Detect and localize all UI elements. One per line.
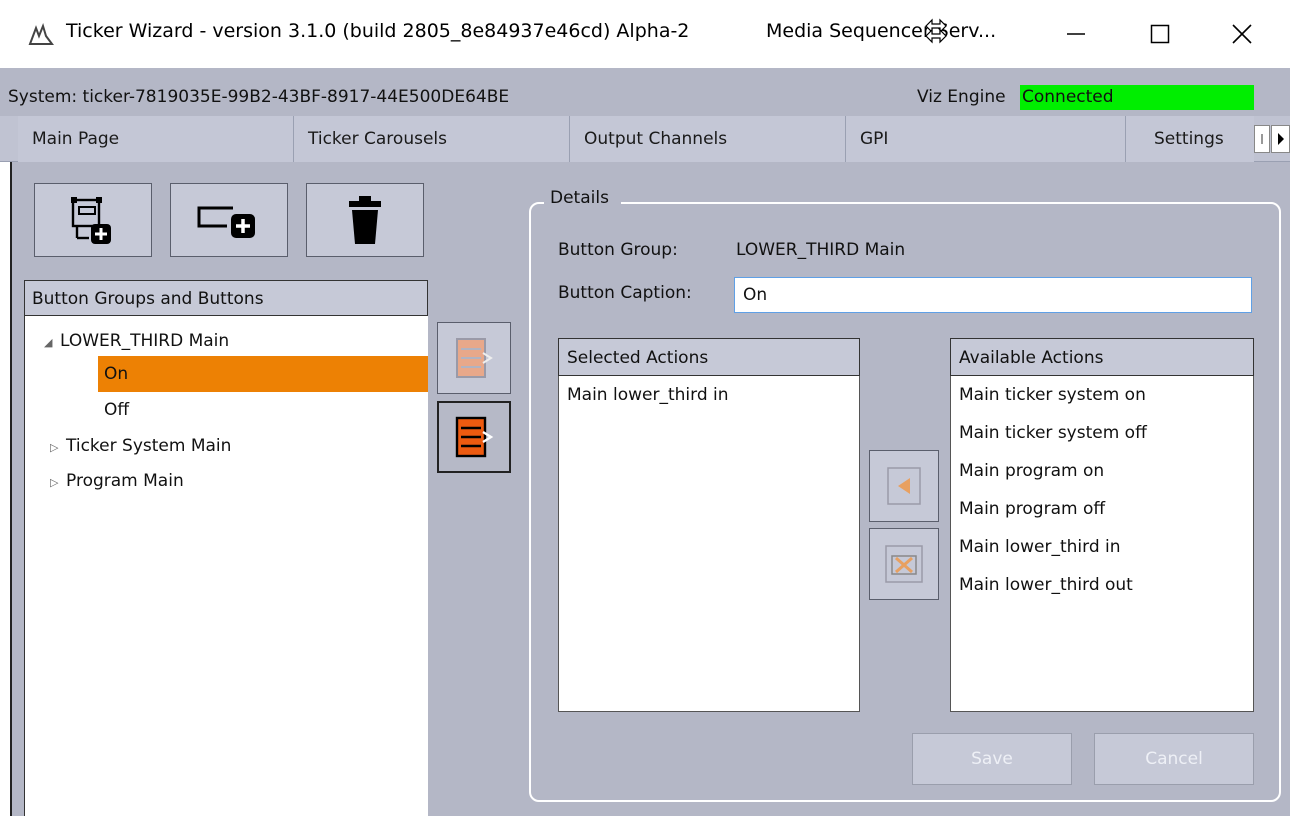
- window-title: Ticker Wizard - version 3.1.0 (build 280…: [66, 20, 690, 42]
- tab-main-page[interactable]: Main Page: [18, 116, 294, 162]
- save-button[interactable]: Save: [912, 733, 1072, 785]
- button-group-label: Button Group:: [558, 240, 678, 260]
- tab-scroll-left-button[interactable]: [1254, 125, 1270, 153]
- tab-output-channels[interactable]: Output Channels: [570, 116, 846, 162]
- list-item[interactable]: Main lower_third in: [559, 376, 859, 414]
- minimize-button[interactable]: [1036, 0, 1116, 68]
- tab-gpi[interactable]: GPI: [846, 116, 1126, 162]
- move-in-button[interactable]: [437, 401, 511, 473]
- tab-scroll-left-icon: [1261, 134, 1263, 144]
- window-secondary-title: Media Sequencer Serv...: [766, 20, 997, 42]
- tree-group-ticker-system[interactable]: ▷ Ticker System Main: [50, 428, 231, 464]
- add-button-icon: [197, 206, 255, 238]
- list-item[interactable]: Main ticker system on: [951, 376, 1253, 414]
- delete-button[interactable]: [306, 183, 424, 257]
- button-group-value: LOWER_THIRD Main: [736, 240, 906, 260]
- list-item[interactable]: Main program on: [951, 452, 1253, 490]
- list-item[interactable]: Main program off: [951, 490, 1253, 528]
- ticker-app-icon: [28, 22, 54, 48]
- selected-actions-header: Selected Actions: [558, 338, 860, 376]
- tree-group-lower-third[interactable]: ◢ LOWER_THIRD Main: [44, 323, 229, 359]
- cancel-button[interactable]: Cancel: [1094, 733, 1254, 785]
- system-id: System: ticker-7819035E-99B2-43BF-8917-4…: [8, 87, 510, 107]
- viz-engine-status: Connected: [1020, 85, 1254, 110]
- button-caption-label: Button Caption:: [558, 283, 692, 303]
- list-item[interactable]: Main lower_third out: [951, 566, 1253, 604]
- add-button-button[interactable]: [170, 183, 288, 257]
- remove-action-button[interactable]: [869, 528, 939, 600]
- tree-item-off[interactable]: Off: [104, 392, 129, 428]
- tree-group-program[interactable]: ▷ Program Main: [50, 463, 184, 499]
- tab-settings[interactable]: Settings: [1126, 116, 1254, 162]
- tree-group-label: Ticker System Main: [66, 436, 232, 456]
- move-out-button[interactable]: [437, 322, 511, 394]
- remove-icon: [885, 545, 923, 583]
- maximize-icon: [1150, 24, 1170, 44]
- tab-ticker-carousels[interactable]: Ticker Carousels: [294, 116, 570, 162]
- collapsed-arrow-icon[interactable]: ▷: [50, 430, 66, 466]
- close-button[interactable]: [1202, 0, 1282, 68]
- tree-group-label: Program Main: [66, 471, 184, 491]
- collapsed-arrow-icon[interactable]: ▷: [50, 465, 66, 501]
- tab-scroll-right-button[interactable]: [1271, 125, 1290, 153]
- available-actions-list[interactable]: Main ticker system on Main ticker system…: [950, 376, 1254, 712]
- expanded-arrow-icon[interactable]: ◢: [44, 325, 60, 361]
- add-action-button[interactable]: [869, 450, 939, 522]
- trash-icon: [349, 196, 381, 244]
- close-icon: [1232, 24, 1252, 44]
- viz-engine-label: Viz Engine: [917, 87, 1006, 107]
- maximize-button[interactable]: [1120, 0, 1200, 68]
- arrow-left-icon: [887, 467, 921, 505]
- minimize-icon: [1067, 33, 1085, 35]
- details-legend: Details: [544, 188, 621, 208]
- add-group-button[interactable]: [34, 183, 152, 257]
- list-item[interactable]: Main lower_third in: [951, 528, 1253, 566]
- tree-group-label: LOWER_THIRD Main: [60, 331, 230, 351]
- resize-cursor-icon: [922, 16, 950, 44]
- list-item[interactable]: Main ticker system off: [951, 414, 1253, 452]
- selected-actions-list[interactable]: Main lower_third in: [558, 376, 860, 712]
- chevron-right-icon: [1278, 133, 1284, 145]
- move-out-icon: [456, 338, 493, 378]
- add-group-icon: [71, 197, 111, 244]
- available-actions-header: Available Actions: [950, 338, 1254, 376]
- move-in-icon: [455, 416, 494, 458]
- tree-item-on[interactable]: On: [98, 356, 428, 392]
- button-caption-input[interactable]: [734, 277, 1252, 313]
- tree-header: Button Groups and Buttons: [24, 280, 428, 316]
